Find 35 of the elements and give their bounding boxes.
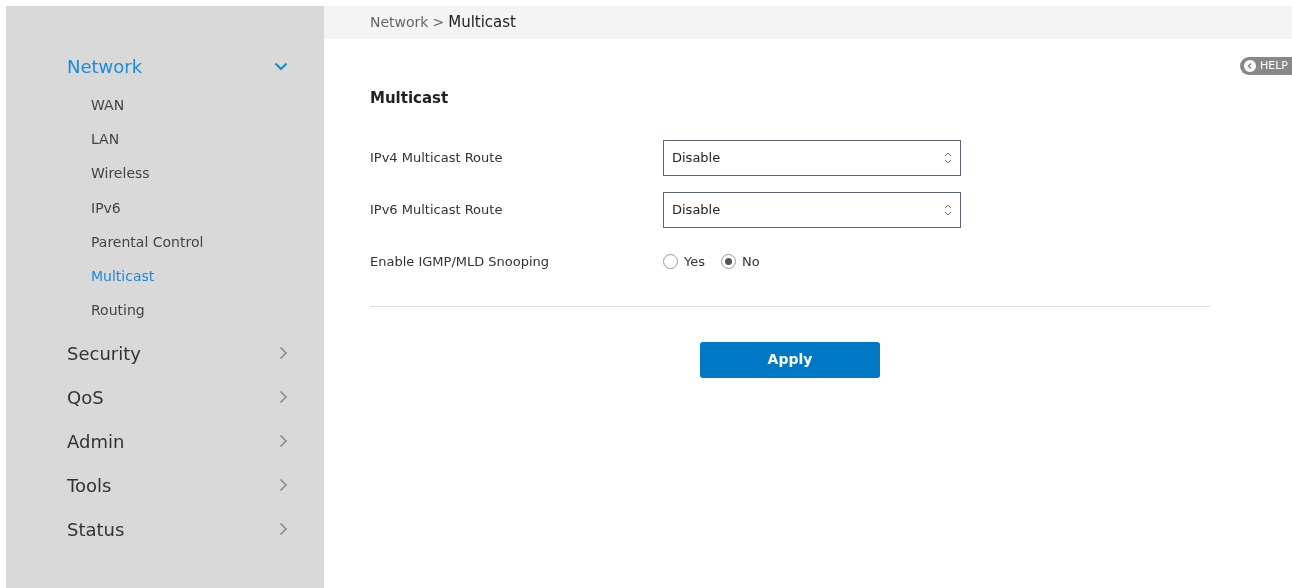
sidebar-item[interactable]: Parental Control: [91, 225, 288, 260]
sidebar-item[interactable]: WAN: [91, 88, 288, 123]
select-field[interactable]: Disable: [663, 191, 961, 228]
apply-button[interactable]: Apply: [700, 341, 880, 378]
sidebar-item[interactable]: IPv6: [91, 190, 288, 226]
field-label: Enable IGMP/MLD Snooping: [370, 252, 551, 271]
chevron-right-icon: [279, 478, 288, 493]
chevron-right-icon: [279, 434, 288, 449]
radio-button[interactable]: [721, 254, 736, 269]
field-label: IPv6 Multicast Route: [370, 200, 504, 219]
radio-option[interactable]: No: [721, 251, 760, 272]
section-title: Multicast: [370, 88, 450, 109]
sidebar-item[interactable]: LAN: [91, 122, 288, 157]
sidebar-section[interactable]: QoS: [67, 375, 288, 420]
chevron-right-icon: [279, 346, 288, 361]
sort-icon: [944, 202, 952, 217]
sort-icon: [944, 150, 952, 165]
breadcrumb-link[interactable]: Network: [370, 12, 429, 33]
sidebar-section[interactable]: Security: [67, 331, 288, 376]
field-label: IPv4 Multicast Route: [370, 148, 504, 167]
sidebar-section[interactable]: Status: [67, 507, 288, 552]
select-field[interactable]: Disable: [663, 139, 961, 176]
breadcrumb-separator: >: [432, 13, 445, 32]
sidebar-section[interactable]: Tools: [67, 463, 288, 508]
radio-button[interactable]: [663, 254, 678, 269]
sidebar-section[interactable]: Admin: [67, 419, 288, 464]
radio-option[interactable]: Yes: [663, 251, 705, 272]
sidebar-item[interactable]: Routing: [91, 293, 288, 329]
help-button[interactable]: HELP: [1240, 57, 1292, 75]
breadcrumb-current: Multicast: [448, 12, 516, 34]
sidebar-item[interactable]: Wireless: [91, 156, 288, 191]
chevron-right-icon: [279, 522, 288, 537]
chevron-right-icon: [279, 390, 288, 405]
chevron-down-icon: [274, 61, 288, 71]
back-icon: [1244, 60, 1256, 72]
